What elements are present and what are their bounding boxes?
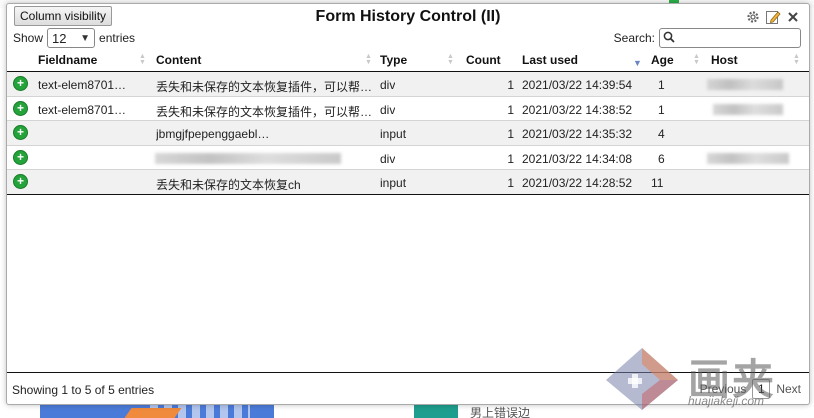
cell-content: 丢失和未保存的文本恢复插件，可以帮…	[156, 80, 373, 94]
chevron-down-icon: ▼	[80, 32, 91, 44]
show-label: Show	[13, 31, 44, 45]
background-tile	[414, 404, 458, 418]
cell-age: 1	[658, 102, 665, 117]
next-button[interactable]: Next	[776, 382, 801, 396]
cell-last-used: 2021/03/22 14:34:08	[522, 151, 633, 166]
entries-select-value: 12	[52, 30, 67, 46]
entries-select[interactable]: 12 ▼	[47, 28, 96, 48]
table-row[interactable]: + 丢失和未保存的文本恢复ch input 1 2021/03/22 14:28…	[7, 170, 809, 195]
col-fieldname[interactable]: Fieldname	[38, 53, 97, 67]
cell-age: 6	[658, 151, 665, 166]
background-shape	[124, 408, 182, 418]
gear-icon[interactable]	[745, 9, 761, 25]
cell-last-used: 2021/03/22 14:38:52	[522, 102, 633, 117]
cell-type: div	[380, 151, 396, 166]
col-last-used[interactable]: Last used	[522, 53, 578, 67]
cell-last-used: 2021/03/22 14:39:54	[522, 78, 633, 92]
page-button[interactable]: 1	[752, 379, 771, 399]
length-control: Show 12 ▼ entries	[13, 28, 135, 48]
cell-age: 1	[658, 78, 665, 92]
add-icon[interactable]: +	[13, 149, 28, 165]
host-redacted	[713, 103, 783, 115]
previous-button[interactable]: Previous	[700, 382, 747, 396]
add-icon[interactable]: +	[13, 76, 28, 91]
cell-count: 1	[507, 151, 514, 166]
cell-last-used: 2021/03/22 14:28:52	[522, 176, 633, 190]
host-redacted	[707, 152, 789, 164]
table-row[interactable]: + jbmgjfpepenggaebl… input 1 2021/03/22 …	[7, 121, 809, 146]
table-row[interactable]: + text-elem8701… 丢失和未保存的文本恢复插件，可以帮… div …	[7, 97, 809, 121]
table-footer: Showing 1 to 5 of 5 entries Previous 1 N…	[7, 372, 809, 406]
popup-title: Form History Control (II)	[315, 8, 501, 25]
sort-desc-icon: ▼	[633, 58, 642, 68]
col-count[interactable]: Count	[466, 53, 501, 67]
sort-icon: ▲ ▼	[793, 53, 800, 66]
cell-count: 1	[507, 78, 514, 92]
cell-content: 丢失和未保存的文本恢复ch	[156, 178, 301, 192]
cell-age: 11	[651, 176, 664, 190]
search-label: Search:	[613, 31, 655, 45]
cell-type: div	[380, 102, 396, 117]
sort-icon: ▲ ▼	[447, 53, 454, 66]
col-age[interactable]: Age	[651, 53, 674, 67]
search-control: Search:	[614, 28, 801, 48]
host-redacted	[707, 79, 783, 90]
table-info: Showing 1 to 5 of 5 entries	[12, 383, 155, 397]
col-host[interactable]: Host	[711, 53, 738, 67]
entries-label: entries	[99, 31, 136, 45]
cell-fieldname: text-elem8701…	[38, 78, 127, 92]
history-table: Fieldname ▲ ▼ Content ▲ ▼ Type ▲ ▼ Count La…	[7, 50, 809, 195]
cell-age: 4	[658, 127, 665, 141]
search-icon	[663, 31, 675, 46]
cell-type: div	[380, 78, 396, 92]
add-icon[interactable]: +	[13, 174, 28, 189]
close-icon[interactable]	[785, 9, 801, 25]
edit-icon[interactable]	[765, 9, 781, 25]
cell-fieldname: text-elem8701…	[38, 102, 127, 117]
table-row[interactable]: + div 1 2021/03/22 14:34:08 6	[7, 146, 809, 170]
add-icon[interactable]: +	[13, 100, 28, 116]
cell-count: 1	[507, 127, 514, 141]
col-type[interactable]: Type	[380, 53, 407, 67]
add-icon[interactable]: +	[13, 125, 28, 140]
table-row[interactable]: + text-elem8701… 丢失和未保存的文本恢复插件，可以帮… div …	[7, 72, 809, 97]
cell-content: 丢失和未保存的文本恢复插件，可以帮…	[156, 104, 373, 119]
pagination: Previous 1 Next	[700, 379, 801, 399]
sort-icon: ▲ ▼	[693, 53, 700, 66]
cell-count: 1	[507, 102, 514, 117]
content-redacted	[155, 152, 341, 164]
cell-count: 1	[507, 176, 514, 190]
sort-icon: ▲ ▼	[139, 53, 146, 66]
cell-last-used: 2021/03/22 14:35:32	[522, 127, 633, 141]
cell-content: jbmgjfpepenggaebl…	[156, 127, 270, 141]
col-content[interactable]: Content	[156, 53, 201, 67]
cell-type: input	[380, 176, 407, 190]
search-input[interactable]	[659, 28, 801, 48]
background-text: 男上错误边	[470, 406, 531, 418]
form-history-popup: Column visibility Form History Control (…	[6, 3, 810, 405]
sort-icon: ▲ ▼	[365, 53, 372, 66]
header-icons	[745, 9, 801, 25]
cell-type: input	[380, 127, 407, 141]
table-header: Fieldname ▲ ▼ Content ▲ ▼ Type ▲ ▼ Count La…	[7, 50, 809, 72]
